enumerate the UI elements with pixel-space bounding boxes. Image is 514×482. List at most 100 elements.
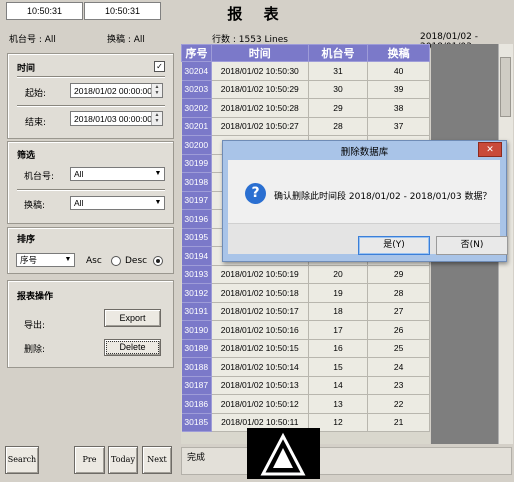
table-cell: 30204 (181, 61, 212, 81)
check-icon: ✓ (156, 62, 163, 71)
table-cell: 30202 (181, 98, 212, 118)
table-row[interactable]: 30203 2018/01/02 10:50:29 30 39 (181, 80, 430, 99)
table-row[interactable]: 30204 2018/01/02 10:50:30 31 40 (181, 61, 430, 81)
column-header[interactable]: 时间 (210, 44, 309, 62)
table-cell: 30200 (181, 135, 212, 155)
delete-label: 删除: (24, 345, 46, 355)
divider (17, 76, 165, 78)
table-cell: 20 (308, 265, 369, 284)
start-time-input[interactable]: 2018/01/02 00:00:00 ▲ ▼ (70, 83, 163, 98)
table-cell: 40 (367, 61, 430, 81)
time-panel: 时间 ✓ 起始: 2018/01/02 00:00:00 ▲ ▼ 结束: 2018… (7, 53, 174, 139)
table-row[interactable]: 30201 2018/01/02 10:50:27 28 37 (181, 117, 430, 136)
column-header[interactable]: 序号 (181, 44, 212, 62)
table-cell: 27 (367, 302, 430, 321)
column-header[interactable]: 机台号 (307, 44, 369, 62)
time-filter-checkbox[interactable]: ✓ (154, 61, 165, 72)
table-cell: 25 (367, 339, 430, 358)
roll-info: 换稿 : All (107, 35, 145, 45)
table-cell: 18 (308, 302, 369, 321)
next-button[interactable]: Next (142, 446, 172, 474)
table-cell: 30194 (181, 246, 212, 266)
table-cell: 2018/01/02 10:50:27 (211, 117, 309, 136)
time-panel-title: 时间 (17, 64, 36, 74)
table-cell: 2018/01/02 10:50:28 (211, 98, 309, 118)
table-row[interactable]: 30192 2018/01/02 10:50:18 19 28 (181, 283, 430, 303)
table-cell: 30186 (181, 394, 212, 414)
sort-panel: 排序 序号 ▼ Asc Desc (7, 227, 174, 274)
table-cell: 37 (367, 117, 430, 136)
table-cell: 30199 (181, 154, 212, 173)
table-cell: 15 (308, 357, 369, 377)
spin-updown-icon[interactable]: ▲ ▼ (151, 112, 162, 125)
table-cell: 30192 (181, 283, 212, 303)
table-cell: 30198 (181, 172, 212, 192)
table-row[interactable]: 30193 2018/01/02 10:50:19 20 29 (181, 265, 430, 284)
question-icon: ? (245, 183, 266, 204)
report-panel-title: 报表操作 (17, 292, 54, 302)
chevron-down-icon: ▼ (154, 170, 162, 177)
today-button[interactable]: Today (108, 446, 138, 474)
table-cell: 30185 (181, 413, 212, 432)
dialog-title: 删除数据库 (340, 147, 389, 158)
chevron-down-icon: ▼ (64, 256, 72, 263)
export-label: 导出: (24, 321, 46, 331)
table-cell: 23 (367, 376, 430, 395)
table-cell: 24 (367, 357, 430, 377)
start-time-label: 起始: (25, 89, 47, 99)
table-cell: 28 (367, 283, 430, 303)
table-cell: 31 (308, 61, 369, 81)
table-cell: 30189 (181, 339, 212, 358)
search-button[interactable]: Search (5, 446, 39, 474)
table-cell: 30197 (181, 191, 212, 210)
machine-info: 机台号 : All (9, 35, 56, 45)
export-button[interactable]: Export (104, 309, 161, 327)
table-row[interactable]: 30186 2018/01/02 10:50:12 13 22 (181, 394, 430, 414)
table-cell: 38 (367, 98, 430, 118)
delete-button[interactable]: Delete (104, 339, 161, 356)
table-cell: 2018/01/02 10:50:13 (211, 376, 309, 395)
table-cell: 30201 (181, 117, 212, 136)
table-cell: 2018/01/02 10:50:29 (211, 80, 309, 99)
page-title: 报 表 (227, 5, 287, 23)
spin-updown-icon[interactable]: ▲ ▼ (151, 84, 162, 97)
table-cell: 17 (308, 320, 369, 340)
status-bar: 完成 (181, 447, 512, 475)
table-cell: 30 (308, 80, 369, 99)
table-cell: 30203 (181, 80, 212, 99)
roll-filter-label: 换稿: (24, 201, 46, 211)
table-row[interactable]: 30202 2018/01/02 10:50:28 29 38 (181, 98, 430, 118)
dialog-body: ? 确认删除此时间段 2018/01/02 - 2018/01/03 数据？ 是… (228, 160, 508, 255)
sort-panel-title: 排序 (17, 235, 36, 245)
chevron-down-icon: ▼ (154, 199, 162, 206)
table-cell: 22 (367, 394, 430, 414)
table-row[interactable]: 30187 2018/01/02 10:50:13 14 23 (181, 376, 430, 395)
table-cell: 2018/01/02 10:50:30 (211, 61, 309, 81)
table-row[interactable]: 30188 2018/01/02 10:50:14 15 24 (181, 357, 430, 377)
status-text: 完成 (187, 453, 206, 463)
report-panel: 报表操作 导出: Export 删除: Delete (7, 280, 174, 368)
pre-button[interactable]: Pre (74, 446, 105, 474)
close-icon[interactable]: ✕ (478, 142, 502, 157)
desc-radio[interactable] (153, 256, 163, 266)
machine-filter-label: 机台号: (24, 172, 55, 182)
asc-label: Asc (86, 256, 102, 266)
asc-radio[interactable] (111, 256, 121, 266)
end-time-label: 结束: (25, 118, 47, 128)
yes-button[interactable]: 是(Y) (358, 236, 430, 255)
desc-label: Desc (125, 256, 148, 266)
table-cell: 30195 (181, 228, 212, 247)
divider (17, 105, 165, 107)
table-cell: 14 (308, 376, 369, 395)
scrollbar-thumb[interactable] (500, 57, 511, 117)
table-row[interactable]: 30191 2018/01/02 10:50:17 18 27 (181, 302, 430, 321)
table-cell: 30196 (181, 209, 212, 229)
table-row[interactable]: 30190 2018/01/02 10:50:16 17 26 (181, 320, 430, 340)
column-header[interactable]: 换稿 (367, 44, 430, 62)
end-time-input[interactable]: 2018/01/03 00:00:00 ▲ ▼ (70, 111, 163, 126)
roll-filter-select[interactable]: All ▼ (70, 196, 165, 210)
no-button[interactable]: 否(N) (436, 236, 508, 255)
sort-field-select[interactable]: 序号 ▼ (16, 253, 75, 267)
table-row[interactable]: 30189 2018/01/02 10:50:15 16 25 (181, 339, 430, 358)
machine-filter-select[interactable]: All ▼ (70, 167, 165, 181)
